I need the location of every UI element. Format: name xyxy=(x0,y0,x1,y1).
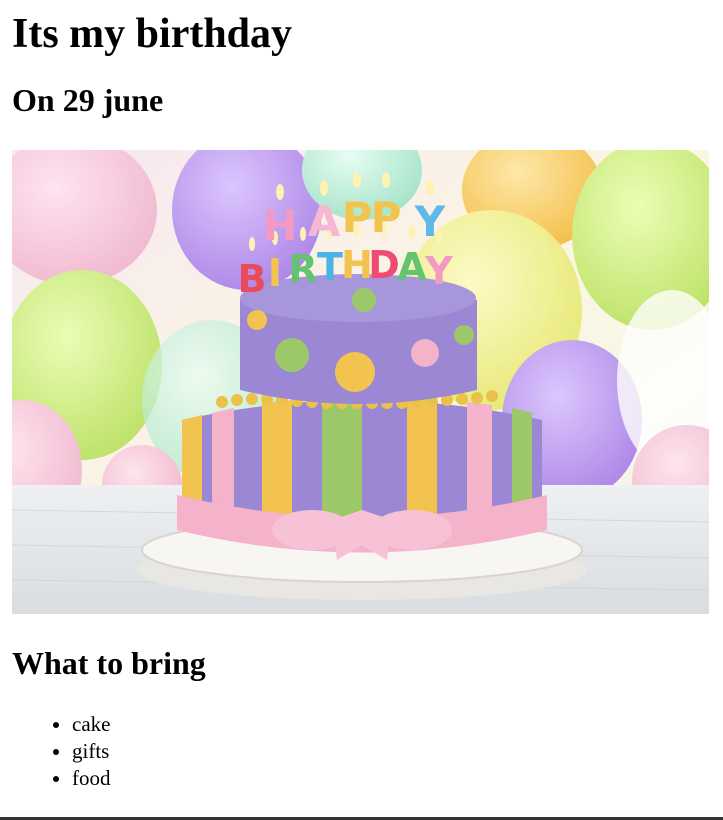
list-item: food xyxy=(72,765,711,792)
birthday-cake-image: H A P P Y B I R T H D A Y xyxy=(12,150,709,614)
svg-text:R: R xyxy=(288,247,317,291)
svg-text:B: B xyxy=(238,257,267,301)
cake-bottom-tier xyxy=(177,396,547,560)
svg-text:I: I xyxy=(268,251,282,295)
bring-list: cake gifts food xyxy=(12,711,711,792)
cake-illustration: H A P P Y B I R T H D A Y xyxy=(12,150,709,614)
page-content: Its my birthday On 29 june H A P P Y B I… xyxy=(0,10,723,792)
svg-text:P: P xyxy=(342,193,373,242)
svg-text:A: A xyxy=(397,245,427,289)
page-title: Its my birthday xyxy=(12,11,293,57)
bring-heading: What to bring xyxy=(12,645,206,681)
svg-text:H: H xyxy=(262,201,297,250)
svg-text:D: D xyxy=(368,243,400,287)
svg-text:Y: Y xyxy=(414,197,446,246)
svg-text:Y: Y xyxy=(424,249,453,293)
list-item: gifts xyxy=(72,738,711,765)
date-heading: On 29 june xyxy=(12,82,164,118)
svg-text:A: A xyxy=(308,197,341,246)
svg-text:T: T xyxy=(317,245,343,289)
svg-text:P: P xyxy=(371,193,402,242)
list-item: cake xyxy=(72,711,711,738)
